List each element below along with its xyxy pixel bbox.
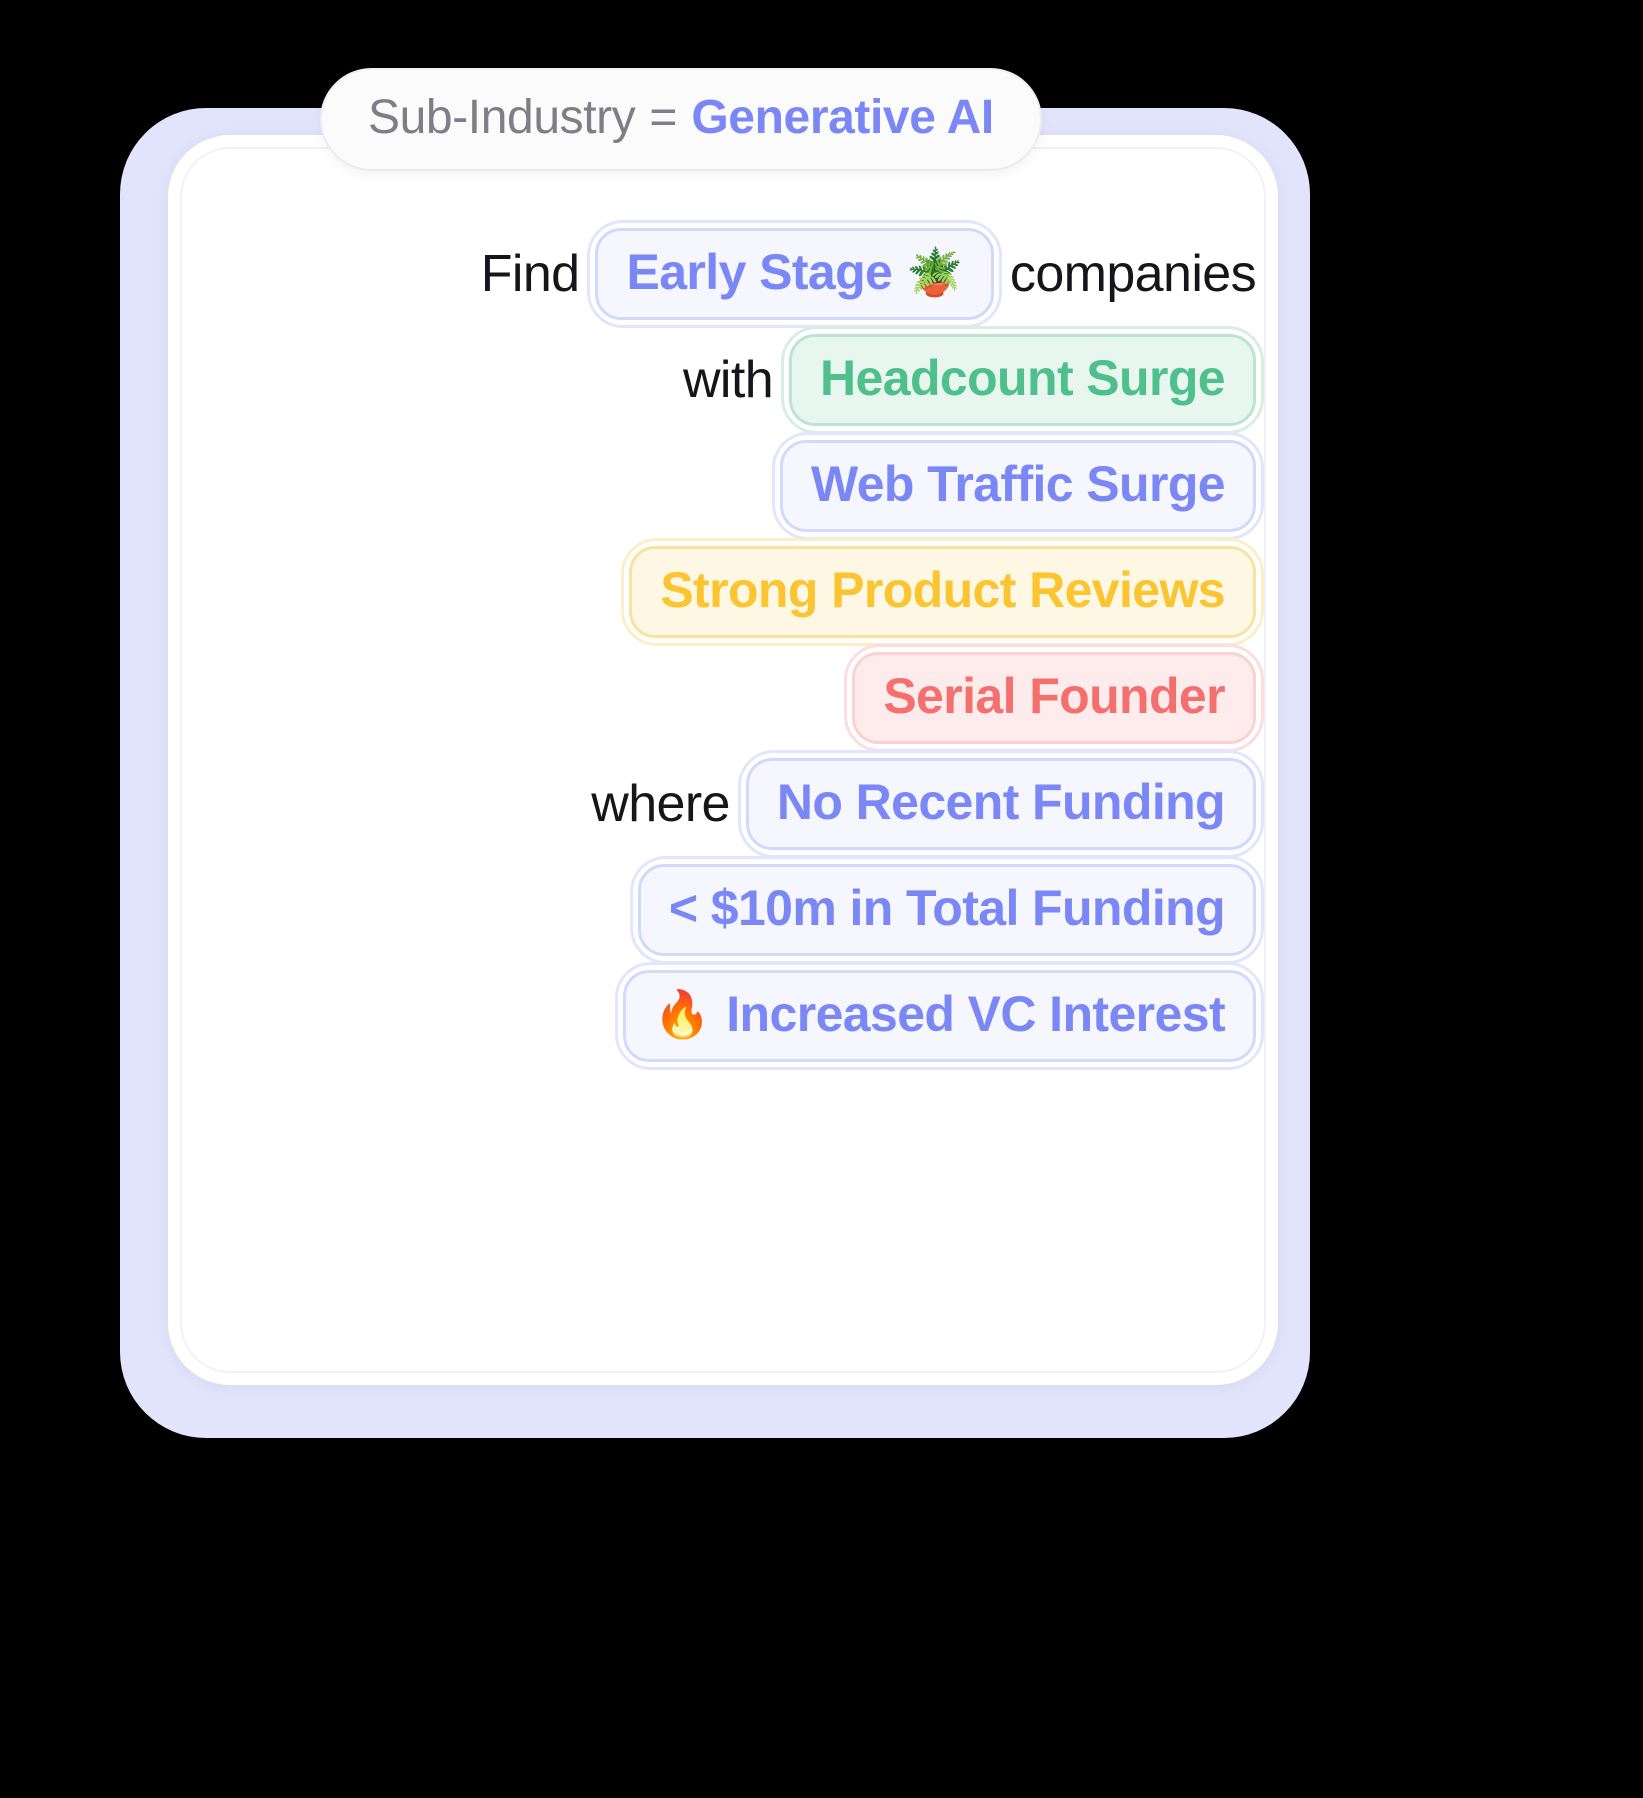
keyword-companies: companies <box>1009 245 1257 303</box>
chip-increased-vc-interest[interactable]: 🔥 Increased VC Interest <box>614 962 1265 1070</box>
chip-early-stage[interactable]: Early Stage 🪴 <box>587 220 1003 328</box>
chip-no-recent-funding-label: No Recent Funding <box>776 774 1226 830</box>
chip-no-recent-funding[interactable]: No Recent Funding <box>737 750 1265 858</box>
chip-early-stage-label: Early Stage <box>626 244 893 300</box>
screenshot-stage: Sub-Industry = Generative AI Find Early … <box>0 0 1643 1798</box>
query-row-headcount-surge: with Headcount Surge <box>682 326 1264 434</box>
query-rows: Find Early Stage 🪴 companies with Headco… <box>196 220 1265 1070</box>
query-row-total-funding: < $10m in Total Funding <box>629 856 1265 964</box>
query-row-no-recent-funding: where No Recent Funding <box>591 750 1265 858</box>
chip-total-funding[interactable]: < $10m in Total Funding <box>629 856 1265 964</box>
query-row-increased-vc-interest: 🔥 Increased VC Interest <box>614 962 1265 1070</box>
sub-industry-operator: = <box>649 91 678 144</box>
query-row-strong-product-reviews: Strong Product Reviews <box>621 538 1264 646</box>
chip-headcount-surge-label: Headcount Surge <box>820 350 1226 406</box>
chip-serial-founder-label: Serial Founder <box>883 668 1225 724</box>
chip-strong-product-reviews-label: Strong Product Reviews <box>660 562 1225 618</box>
chip-headcount-surge[interactable]: Headcount Surge <box>781 326 1264 434</box>
chip-web-traffic-surge-label: Web Traffic Surge <box>811 456 1226 512</box>
sub-industry-key-label: Sub-Industry <box>368 91 636 144</box>
fire-emoji: 🔥 <box>653 988 711 1040</box>
query-row-web-traffic-surge: Web Traffic Surge <box>772 432 1264 540</box>
keyword-find: Find <box>480 245 580 303</box>
query-row-serial-founder: Serial Founder <box>844 644 1264 752</box>
potted-plant-emoji: 🪴 <box>906 246 963 298</box>
chip-total-funding-label: < $10m in Total Funding <box>668 880 1226 936</box>
sub-industry-filter-pill[interactable]: Sub-Industry = Generative AI <box>322 70 1040 169</box>
sub-industry-value[interactable]: Generative AI <box>691 90 994 145</box>
keyword-with: with <box>682 351 774 409</box>
keyword-where: where <box>591 775 730 833</box>
chip-serial-founder[interactable]: Serial Founder <box>844 644 1264 752</box>
chip-strong-product-reviews[interactable]: Strong Product Reviews <box>621 538 1264 646</box>
chip-web-traffic-surge[interactable]: Web Traffic Surge <box>772 432 1264 540</box>
query-row-find: Find Early Stage 🪴 companies <box>480 220 1257 328</box>
chip-increased-vc-interest-label: Increased VC Interest <box>726 986 1225 1042</box>
